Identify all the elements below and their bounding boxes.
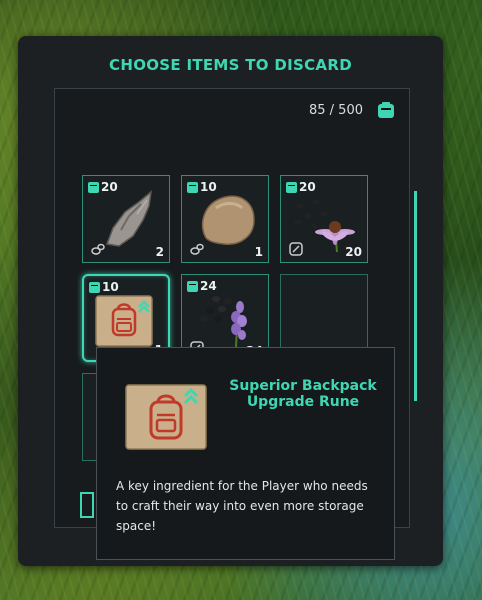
item-tooltip: Superior Backpack Upgrade Rune A key ing… bbox=[96, 347, 395, 560]
inventory-slot-flint[interactable]: 20 2 bbox=[82, 175, 170, 263]
stone-material-icon bbox=[91, 243, 105, 255]
stone-item-icon bbox=[201, 195, 255, 245]
flint-item-icon bbox=[105, 190, 153, 247]
slot-quantity: 2 bbox=[155, 245, 164, 259]
inventory-slot-stone[interactable]: 10 1 bbox=[181, 175, 269, 263]
backpack-capacity-icon bbox=[378, 102, 394, 118]
tooltip-item-name: Superior Backpack Upgrade Rune bbox=[229, 378, 377, 410]
lavender-item-icon bbox=[200, 296, 247, 348]
tooltip-item-description: A key ingredient for the Player who need… bbox=[116, 479, 368, 533]
inventory-slot-flower-seeds[interactable]: 20 20 bbox=[280, 175, 368, 263]
weight-icon bbox=[88, 181, 99, 193]
backpack-rune-icon bbox=[95, 295, 153, 347]
slot-quantity: 20 bbox=[345, 245, 362, 259]
backpack-rune-tooltip-icon bbox=[125, 384, 207, 450]
weight-icon bbox=[89, 281, 100, 293]
slot-weight-badge: 10 bbox=[89, 280, 119, 294]
weight-icon bbox=[187, 181, 198, 193]
partially-hidden-button[interactable] bbox=[80, 492, 94, 518]
slot-quantity: 1 bbox=[254, 245, 263, 259]
weight-icon bbox=[286, 181, 297, 193]
panel-title: CHOOSE ITEMS TO DISCARD bbox=[109, 56, 352, 74]
slot-weight-badge: 20 bbox=[286, 180, 316, 194]
stone-material-icon bbox=[190, 243, 204, 255]
inventory-scrollbar[interactable] bbox=[414, 191, 417, 401]
seed-material-icon bbox=[289, 242, 303, 256]
capacity-text: 85 / 500 bbox=[309, 103, 363, 118]
